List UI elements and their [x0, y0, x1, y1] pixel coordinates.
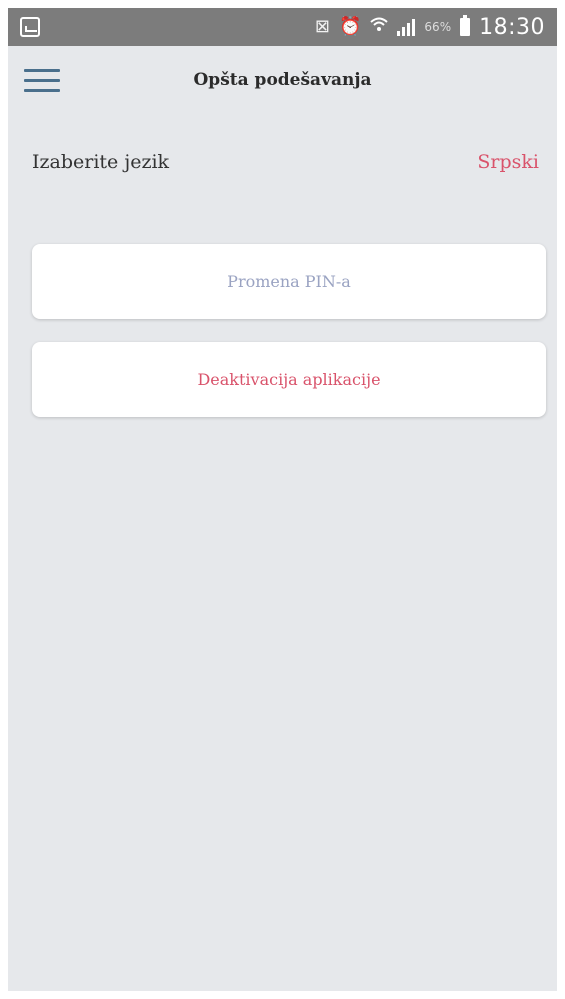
- deactivate-app-button[interactable]: Deaktivacija aplikacije: [32, 342, 546, 417]
- language-selector[interactable]: Izaberite jezik Srpski: [32, 146, 539, 178]
- wifi-icon: [370, 16, 389, 38]
- signal-icon: [397, 18, 416, 36]
- change-pin-button[interactable]: Promena PIN-a: [32, 244, 546, 319]
- battery-icon: [460, 15, 471, 36]
- status-icons: ⊠ ⏰ 66% 18:30: [315, 8, 545, 46]
- page-title: Opšta podešavanja: [193, 70, 372, 90]
- app-header: Opšta podešavanja: [8, 46, 557, 114]
- image-notification-icon: [20, 17, 40, 37]
- status-bar: ⊠ ⏰ 66% 18:30: [8, 8, 557, 46]
- alarm-icon: ⏰: [339, 16, 362, 37]
- language-value[interactable]: Srpski: [477, 151, 539, 173]
- app-screen: ⊠ ⏰ 66% 18:30 Opšta podešavanja Izaberit…: [8, 8, 557, 991]
- battery-percent: 66%: [424, 20, 452, 34]
- language-label: Izaberite jezik: [32, 151, 170, 173]
- mute-icon: ⊠: [314, 16, 330, 37]
- clock: 18:30: [479, 14, 545, 40]
